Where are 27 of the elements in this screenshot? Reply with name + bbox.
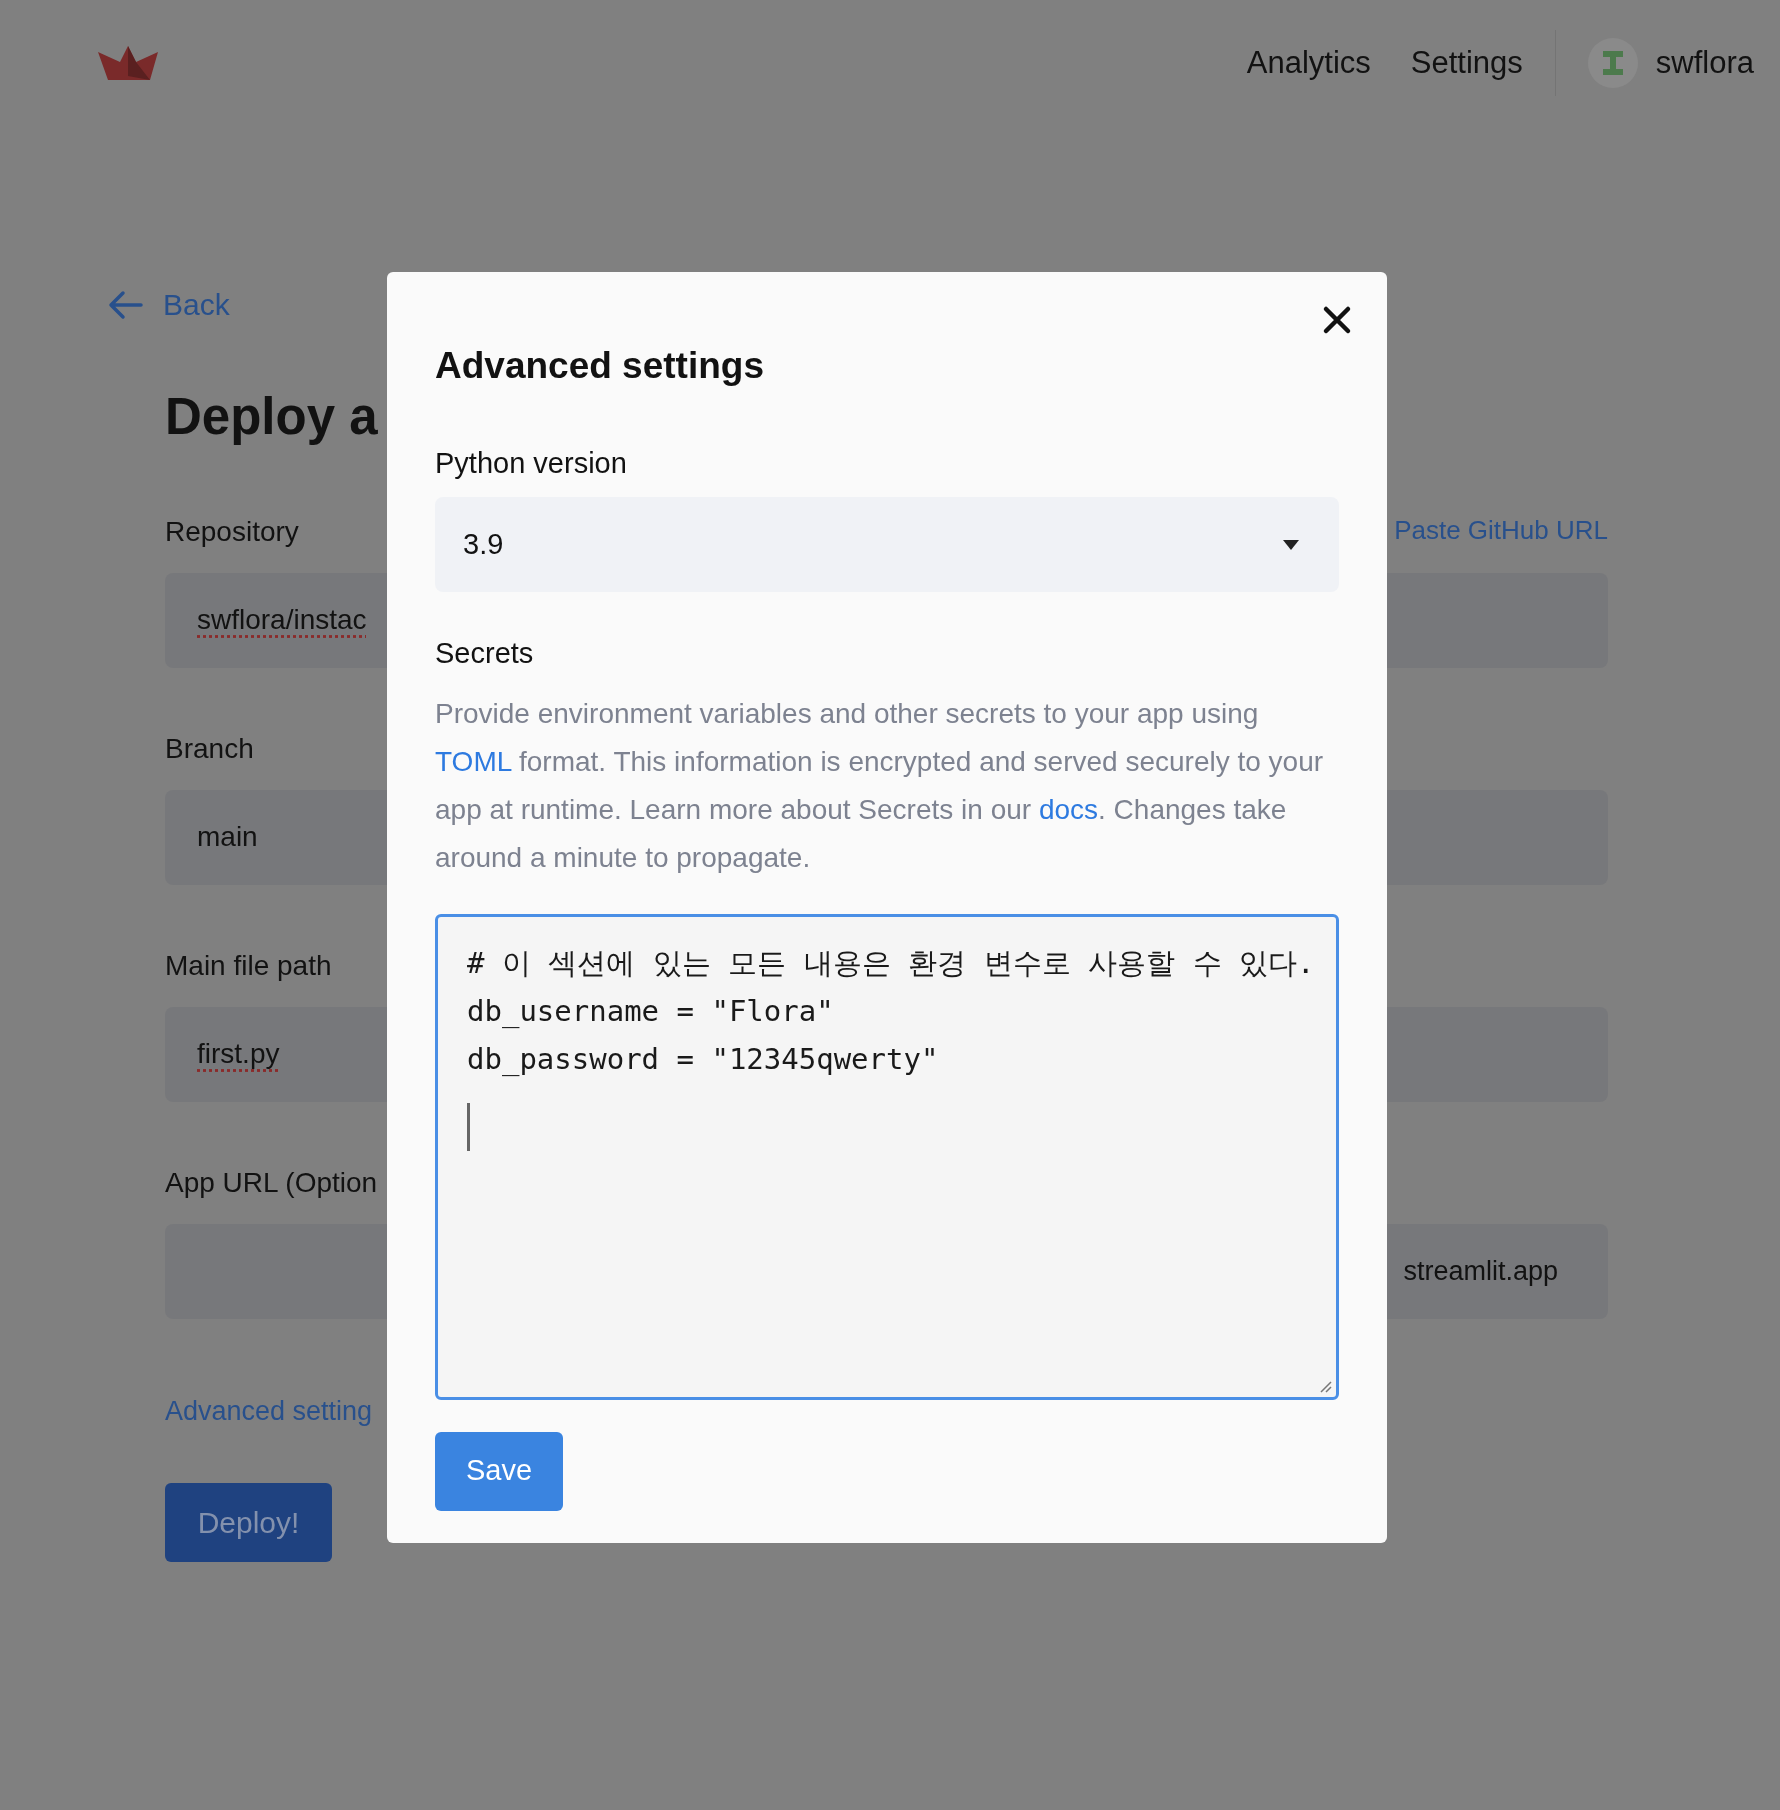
secrets-field[interactable]: # 이 섹션에 있는 모든 내용은 환경 변수로 사용할 수 있다. db_username = "Flora" db_password = "12345qwerty"	[435, 913, 1339, 1400]
help-link[interactable]: TOML	[435, 745, 512, 777]
nav-link[interactable]: Settings	[1410, 39, 1523, 87]
nav-link[interactable]: Analytics	[1246, 39, 1371, 87]
advanced-settings-link[interactable]: Advanced setting	[165, 1390, 373, 1432]
close-icon[interactable]	[1321, 304, 1353, 336]
back-arrow-icon	[107, 289, 143, 320]
field-label: Main file path	[165, 948, 332, 983]
resize-handle-icon[interactable]	[1318, 1378, 1332, 1393]
text-cursor	[467, 1102, 470, 1151]
field-label: Python version	[435, 445, 627, 481]
logo-icon[interactable]	[98, 46, 158, 80]
field-label: Branch	[165, 731, 254, 766]
save-button[interactable]: Save	[435, 1431, 563, 1511]
field-label: Secrets	[435, 636, 534, 671]
dialog-title: Advanced settings	[435, 344, 764, 388]
back-link[interactable]: Back	[107, 282, 230, 327]
python-version-select[interactable]: 3.9	[435, 497, 1339, 592]
paste-url-link[interactable]: Paste GitHub URL	[1394, 510, 1608, 553]
help-link[interactable]: docs	[1038, 793, 1099, 825]
field-label: Repository	[165, 514, 299, 549]
secrets-description: Provide environment variables and other secrets to your app using TOML format. This information is encrypted and served securely to your app at runtime. Learn more about Secrets in our docs. Changes take around a minute to propagate.	[435, 696, 1325, 875]
page-title: Deploy a	[165, 387, 378, 447]
caret-icon	[1283, 539, 1299, 550]
field-label: App URL (Option	[165, 1165, 378, 1200]
deploy-button[interactable]: Deploy!	[165, 1483, 332, 1563]
user-name[interactable]: swflora	[1655, 39, 1754, 87]
